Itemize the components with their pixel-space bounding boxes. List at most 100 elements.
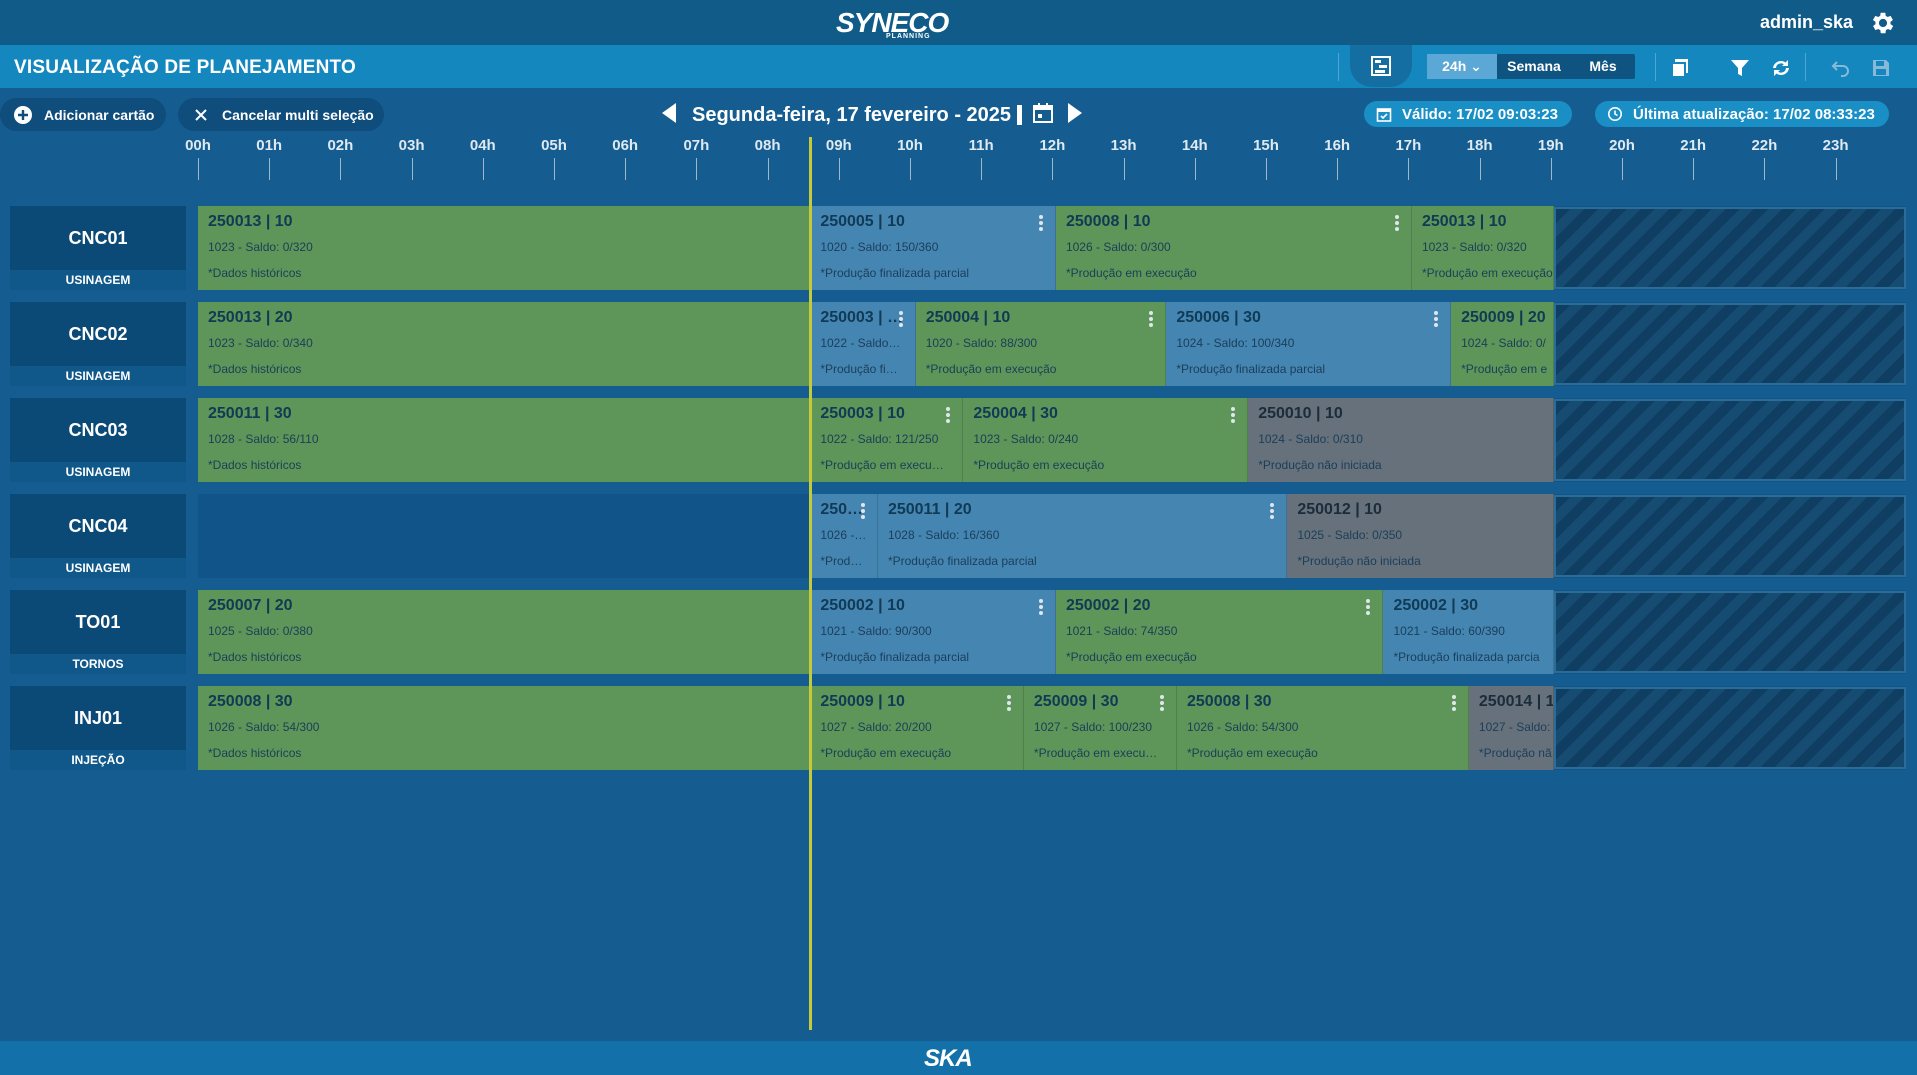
production-card[interactable]: 250005 | 10 1020 - Saldo: 150/360 *Produçã… bbox=[810, 206, 1056, 290]
production-card[interactable]: 250002 | 10 1021 - Saldo: 90/300 *Produção… bbox=[810, 590, 1056, 674]
range-24h-dropdown[interactable]: 24h ⌄ bbox=[1427, 54, 1497, 79]
card-balance: 1023 - Saldo: 0/320 bbox=[208, 240, 313, 254]
hour-tick bbox=[340, 158, 342, 180]
machine-name: CNC04 bbox=[68, 516, 128, 536]
more-options-icon[interactable] bbox=[1231, 407, 1236, 423]
card-balance: 1023 - Saldo: 0/340 bbox=[208, 336, 313, 350]
more-options-icon[interactable] bbox=[946, 407, 951, 423]
machine-name: CNC02 bbox=[68, 324, 128, 344]
production-card[interactable]: 250002 | 30 1021 - Saldo: 60/390 *Produção… bbox=[1383, 590, 1555, 674]
production-card[interactable]: 250009 | 30 1027 - Saldo: 100/230 *Produçã… bbox=[1023, 686, 1177, 770]
machine-card[interactable]: TO01 TORNOS bbox=[10, 590, 186, 674]
card-balance: 1025 - Saldo: 0/350 bbox=[1297, 528, 1403, 542]
card-order: 250013 | 10 bbox=[1421, 213, 1507, 230]
gantt-view-button[interactable] bbox=[1350, 45, 1412, 87]
machine-name: INJ01 bbox=[73, 708, 123, 728]
production-card[interactable]: 250003 | … 1022 - Saldo… *Produção fi… bbox=[810, 302, 916, 386]
card-balance: 1021 - Saldo: 74/350 bbox=[1065, 624, 1178, 638]
production-card[interactable]: 250002 | 20 1021 - Saldo: 74/350 *Produção… bbox=[1055, 590, 1384, 674]
machine-card[interactable]: CNC02 USINAGEM bbox=[10, 302, 186, 386]
card-order: 250008 | 30 bbox=[1187, 693, 1272, 710]
user-name[interactable]: admin_ska bbox=[1760, 12, 1853, 33]
hour-tick bbox=[1764, 158, 1766, 180]
hour-tick bbox=[767, 158, 769, 180]
machine-group: INJEÇÃO bbox=[10, 750, 186, 770]
machine-card[interactable]: CNC04 USINAGEM bbox=[10, 494, 186, 578]
more-options-icon[interactable] bbox=[1434, 311, 1439, 327]
production-card[interactable]: 250008 | 30 1026 - Saldo: 54/300 *Dados hi… bbox=[198, 686, 811, 770]
card-status: *Produção em execu… bbox=[1033, 746, 1158, 760]
hour-label: 04h bbox=[469, 137, 496, 154]
filter-icon[interactable] bbox=[1727, 55, 1753, 81]
card-balance: 1027 - Saldo: 20/200 bbox=[820, 720, 932, 734]
more-options-icon[interactable] bbox=[898, 311, 903, 327]
production-card[interactable]: 250011 | 20 1028 - Saldo: 16/360 *Produção… bbox=[877, 494, 1288, 578]
top-bar: SYNECO PLANNING admin_ska bbox=[0, 0, 1917, 45]
production-card[interactable]: 250009 | 10 1027 - Saldo: 20/200 *Produção… bbox=[810, 686, 1024, 770]
card-balance: 1022 - Saldo… bbox=[820, 336, 901, 350]
production-card[interactable]: 250… 1026 -… *Prod… bbox=[810, 494, 878, 578]
card-order: 250009 | 20 bbox=[1461, 309, 1546, 326]
production-card[interactable]: 250007 | 20 1025 - Saldo: 0/380 *Dados his… bbox=[198, 590, 811, 674]
hour-tick bbox=[1693, 158, 1695, 180]
machine-card[interactable]: CNC01 USINAGEM bbox=[10, 206, 186, 290]
undo-icon[interactable] bbox=[1828, 55, 1854, 81]
range-week-tab[interactable]: Semana bbox=[1497, 54, 1571, 79]
production-card[interactable]: 250008 | 10 1026 - Saldo: 0/300 *Produção … bbox=[1055, 206, 1412, 290]
card-order: 250008 | 10 bbox=[1065, 213, 1151, 230]
hour-label: 11h bbox=[968, 137, 994, 154]
card-order: 250008 | 30 bbox=[208, 693, 293, 710]
more-options-icon[interactable] bbox=[1394, 215, 1399, 231]
card-order: 250002 | 20 bbox=[1065, 597, 1151, 614]
production-card[interactable]: 250012 | 10 1025 - Saldo: 0/350 *Produção … bbox=[1287, 494, 1555, 578]
production-card[interactable]: 250008 | 30 1026 - Saldo: 54/300 *Produção… bbox=[1177, 686, 1469, 770]
save-icon[interactable] bbox=[1868, 55, 1894, 81]
production-card[interactable]: 250009 | 20 1024 - Saldo: 0/ *Produção em … bbox=[1451, 302, 1555, 386]
hour-label: 00h bbox=[185, 137, 211, 154]
production-card[interactable]: 250004 | 10 1020 - Saldo: 88/300 *Produção… bbox=[915, 302, 1167, 386]
production-card[interactable]: 250010 | 10 1024 - Saldo: 0/310 *Produção … bbox=[1248, 398, 1555, 482]
production-card[interactable]: 250013 | 20 1023 - Saldo: 0/340 *Dados his… bbox=[198, 302, 811, 386]
production-card[interactable]: 250014 | 1 1027 - Saldo: *Produção nã bbox=[1468, 686, 1555, 770]
range-month-tab[interactable]: Mês bbox=[1571, 54, 1635, 79]
unavailable-period bbox=[1554, 495, 1906, 577]
unavailable-period bbox=[1554, 687, 1906, 769]
production-card[interactable]: 250006 | 30 1024 - Saldo: 100/340 *Produçã… bbox=[1166, 302, 1452, 386]
card-status: *Produção finalizada parcial bbox=[820, 650, 970, 664]
card-status: *Produção nã bbox=[1478, 746, 1552, 760]
calendar-icon[interactable] bbox=[1032, 102, 1054, 129]
valid-until-badge: Válido: 17/02 09:03:23 bbox=[1364, 101, 1572, 127]
hour-label: 09h bbox=[825, 137, 852, 154]
gear-icon[interactable] bbox=[1869, 9, 1897, 37]
production-card[interactable]: 250003 | 10 1022 - Saldo: 121/250 *Produçã… bbox=[810, 398, 964, 482]
production-card[interactable]: 250013 | 10 1023 - Saldo: 0/320 *Produção … bbox=[1411, 206, 1555, 290]
production-card[interactable]: 250004 | 30 1023 - Saldo: 0/240 *Produção … bbox=[963, 398, 1249, 482]
next-day-icon[interactable] bbox=[1066, 102, 1084, 129]
card-balance: 1026 - Saldo: 54/300 bbox=[208, 720, 320, 734]
machine-group: USINAGEM bbox=[10, 366, 186, 386]
hour-tick bbox=[1266, 158, 1267, 180]
more-options-icon[interactable] bbox=[1038, 599, 1043, 615]
hour-tick bbox=[1550, 158, 1552, 180]
production-card[interactable]: 250013 | 10 1023 - Saldo: 0/320 *Dados his… bbox=[198, 206, 811, 290]
more-options-icon[interactable] bbox=[860, 503, 865, 519]
refresh-icon[interactable] bbox=[1768, 55, 1794, 81]
more-options-icon[interactable] bbox=[1006, 695, 1011, 711]
copy-icon[interactable] bbox=[1667, 55, 1693, 81]
more-options-icon[interactable] bbox=[1149, 311, 1154, 327]
previous-day-icon[interactable] bbox=[660, 102, 678, 129]
add-circle-icon bbox=[12, 104, 34, 126]
hour-tick bbox=[1123, 158, 1125, 180]
more-options-icon[interactable] bbox=[1270, 503, 1275, 519]
more-options-icon[interactable] bbox=[1159, 695, 1164, 711]
cancel-multi-select-button[interactable]: Cancelar multi seleção bbox=[178, 98, 384, 131]
production-card[interactable]: 250011 | 30 1028 - Saldo: 56/110 *Dados hi… bbox=[198, 398, 811, 482]
more-options-icon[interactable] bbox=[1366, 599, 1371, 615]
more-options-icon[interactable] bbox=[1038, 215, 1043, 231]
card-order: 250002 | 10 bbox=[820, 597, 905, 614]
add-card-button[interactable]: Adicionar cartão bbox=[0, 98, 166, 131]
more-options-icon[interactable] bbox=[1451, 695, 1456, 711]
machine-card[interactable]: INJ01 INJEÇÃO bbox=[10, 686, 186, 770]
machine-card[interactable]: CNC03 USINAGEM bbox=[10, 398, 186, 482]
toolbar-divider bbox=[1655, 53, 1656, 81]
